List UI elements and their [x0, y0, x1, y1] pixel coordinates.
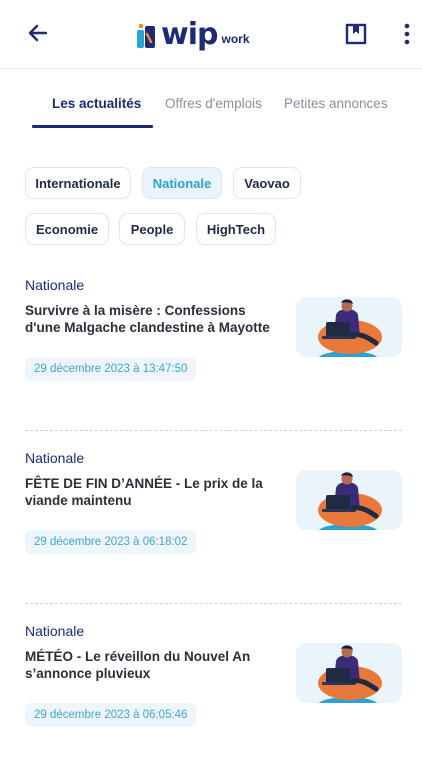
app-logo: wip work	[135, 16, 250, 50]
bookmark-icon[interactable]	[345, 23, 367, 45]
chip-economie[interactable]: Economie	[25, 213, 109, 245]
article-category: Nationale	[25, 623, 85, 639]
tab-bar: Les actualités Offres d'emplois Petites …	[0, 88, 422, 128]
article-date: 29 décembre 2023 à 06:05:46	[25, 703, 197, 727]
article-card[interactable]: Nationale FÊTE DE FIN D’ANNÉE - Le prix …	[0, 450, 422, 610]
logo-subtext: work	[221, 32, 250, 46]
article-category: Nationale	[25, 277, 85, 293]
chip-internationale[interactable]: Internationale	[25, 167, 131, 199]
article-category: Nationale	[25, 450, 85, 466]
article-date: 29 décembre 2023 à 13:47:50	[25, 357, 197, 381]
app-header: wip work	[0, 0, 422, 69]
tab-actualites[interactable]: Les actualités	[52, 96, 141, 111]
more-vertical-icon[interactable]	[398, 22, 416, 46]
person-laptop-illustration-icon	[318, 645, 382, 703]
article-thumbnail[interactable]	[296, 470, 402, 530]
article-divider	[25, 430, 402, 431]
article-divider	[25, 603, 402, 604]
chip-people[interactable]: People	[119, 213, 185, 245]
article-title[interactable]: MÉTÉO - Le réveillon du Nouvel An s’anno…	[25, 648, 280, 682]
chip-nationale[interactable]: Nationale	[142, 167, 222, 199]
person-laptop-illustration-icon	[318, 299, 382, 357]
chip-vaovao[interactable]: Vaovao	[233, 167, 301, 199]
arrow-left-icon[interactable]	[26, 21, 50, 45]
logo-mark-icon	[137, 24, 155, 48]
article-card[interactable]: Nationale Survivre à la misère : Confess…	[0, 277, 422, 437]
logo-wordmark: wip	[161, 17, 218, 52]
tab-offres-emplois[interactable]: Offres d'emplois	[165, 96, 262, 111]
article-card[interactable]: Nationale MÉTÉO - Le réveillon du Nouvel…	[0, 623, 422, 783]
article-date: 29 décembre 2023 à 06:18:02	[25, 530, 197, 554]
person-laptop-illustration-icon	[318, 472, 382, 530]
article-thumbnail[interactable]	[296, 297, 402, 357]
article-title[interactable]: FÊTE DE FIN D’ANNÉE - Le prix de la vian…	[25, 475, 280, 509]
active-tab-indicator	[32, 125, 153, 128]
article-thumbnail[interactable]	[296, 643, 402, 703]
chip-hightech[interactable]: HighTech	[196, 213, 276, 245]
article-title[interactable]: Survivre à la misère : Confessions d'une…	[25, 302, 280, 336]
tab-petites-annonces[interactable]: Petites annonces	[284, 96, 388, 111]
